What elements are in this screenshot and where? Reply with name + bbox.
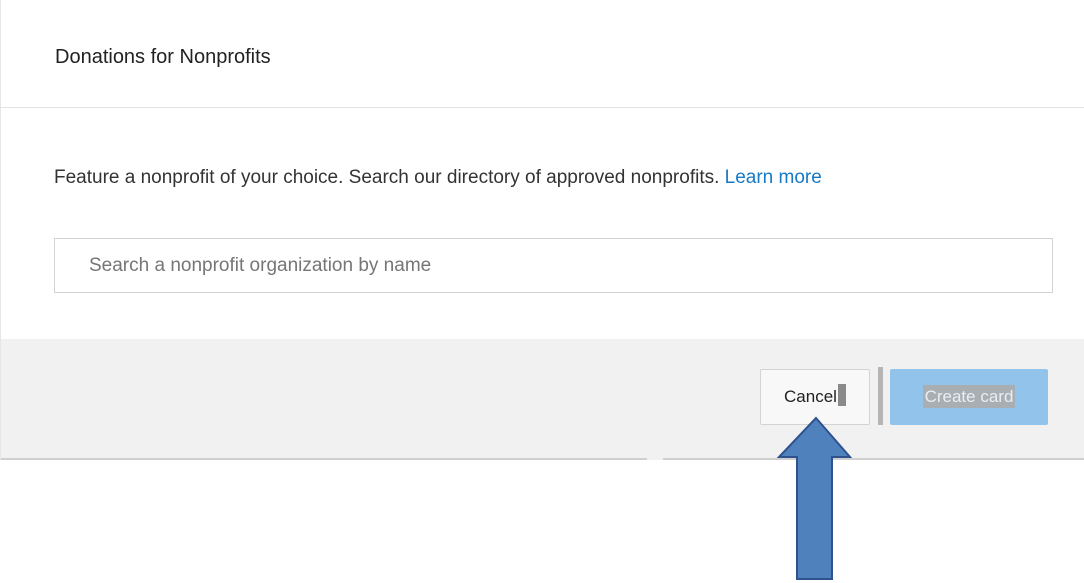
nonprofit-search-input[interactable] <box>55 239 1052 292</box>
dialog-footer: Cancel Create card <box>1 339 1084 460</box>
dialog-header: Donations for Nonprofits <box>1 0 1084 108</box>
dialog-title: Donations for Nonprofits <box>55 46 271 68</box>
button-separator <box>878 367 883 425</box>
donations-dialog: Donations for Nonprofits Feature a nonpr… <box>0 0 1084 460</box>
description-body: Feature a nonprofit of your choice. Sear… <box>54 167 720 188</box>
dialog-body: Feature a nonprofit of your choice. Sear… <box>1 108 1084 339</box>
description-text: Feature a nonprofit of your choice. Sear… <box>54 165 1054 190</box>
nonprofit-search-box <box>54 238 1053 293</box>
footer-divider-notch <box>647 457 663 460</box>
cancel-button[interactable]: Cancel <box>760 369 870 425</box>
text-cursor-highlight <box>837 384 846 406</box>
learn-more-link[interactable]: Learn more <box>725 167 822 188</box>
create-card-button-label: Create card <box>922 385 1016 408</box>
create-card-button[interactable]: Create card <box>890 369 1048 425</box>
cancel-button-label: Cancel <box>784 387 837 406</box>
